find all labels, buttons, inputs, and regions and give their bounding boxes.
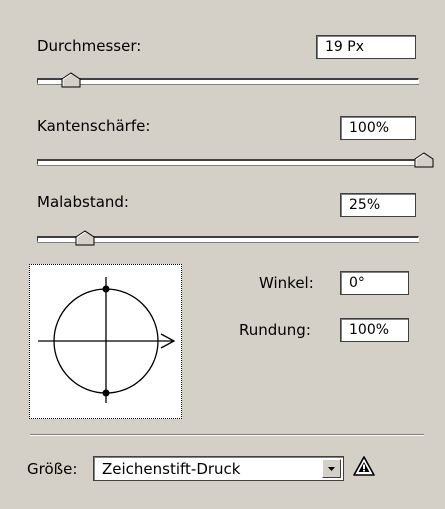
hardness-field[interactable]: 100% (340, 116, 416, 140)
roundness-handle-top (102, 285, 110, 293)
brush-angle-preview[interactable] (29, 264, 182, 419)
diameter-label: Durchmesser: (37, 37, 142, 55)
angle-label: Winkel: (259, 274, 314, 292)
hardness-slider-track[interactable] (37, 159, 421, 165)
hardness-label: Kantenschärfe: (37, 117, 151, 135)
section-divider (30, 434, 424, 436)
warning-triangle-icon (353, 456, 375, 476)
roundness-label: Rundung: (239, 321, 311, 339)
roundness-field[interactable]: 100% (340, 318, 409, 342)
size-control-label: Größe: (27, 460, 78, 478)
angle-field[interactable]: 0° (340, 271, 409, 295)
chevron-down-icon (328, 467, 335, 471)
spacing-field[interactable]: 25% (340, 193, 416, 217)
dropdown-button[interactable] (322, 459, 341, 478)
diameter-slider-track[interactable] (37, 78, 419, 84)
hardness-slider-thumb[interactable] (414, 152, 434, 168)
diameter-field[interactable]: 19 Px (316, 35, 416, 59)
spacing-label: Malabstand: (37, 193, 129, 211)
diameter-slider-thumb[interactable] (61, 72, 81, 88)
size-control-selected: Zeichenstift-Druck (102, 460, 241, 478)
spacing-slider-thumb[interactable] (75, 230, 95, 246)
size-control-dropdown[interactable]: Zeichenstift-Druck (93, 456, 344, 481)
roundness-handle-bottom (102, 389, 110, 397)
